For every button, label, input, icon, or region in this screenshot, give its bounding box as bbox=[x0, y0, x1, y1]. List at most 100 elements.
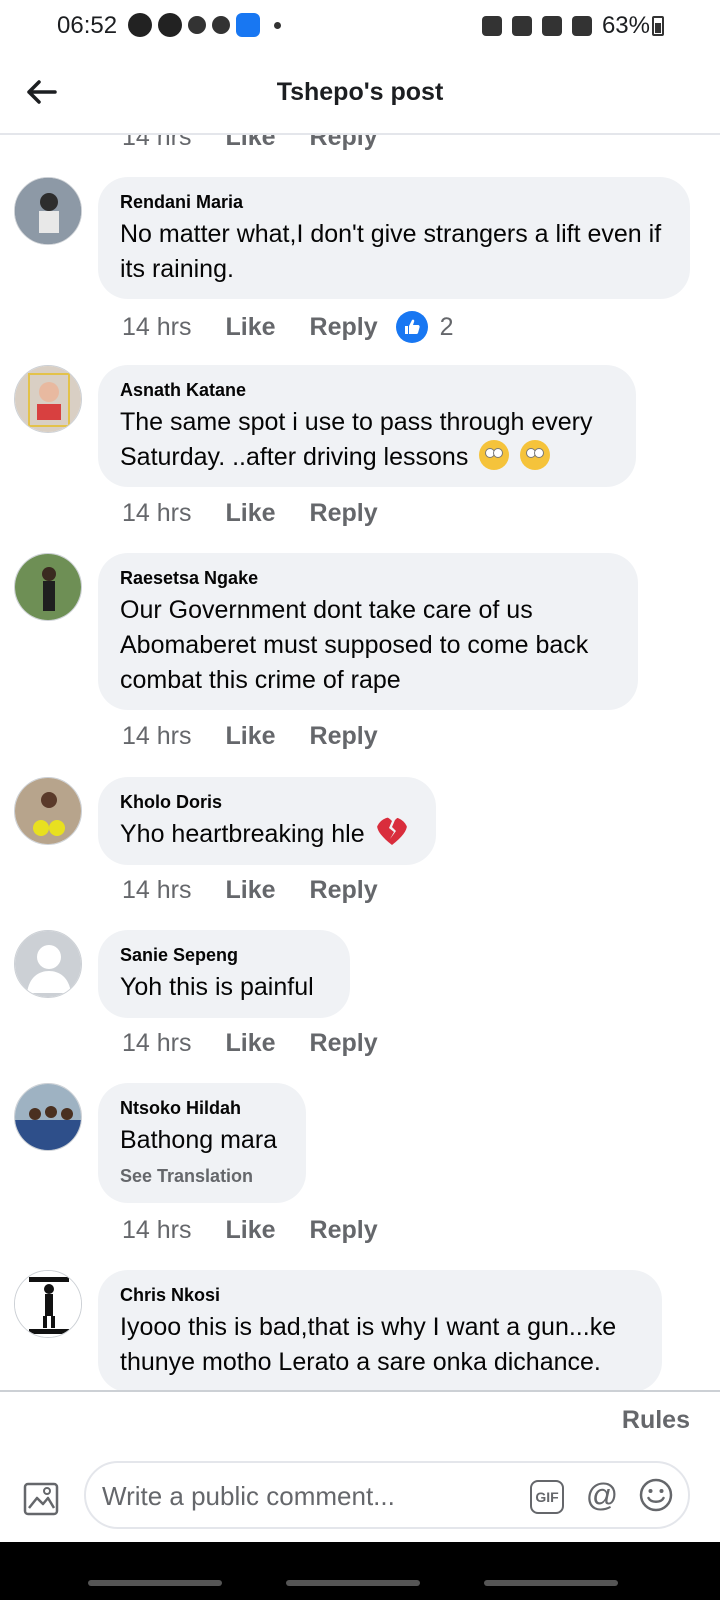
comment-actions: 14 hrs Like Reply bbox=[122, 1216, 412, 1245]
comment-input[interactable] bbox=[102, 1477, 512, 1515]
see-translation-link[interactable]: See Translation bbox=[120, 1166, 284, 1187]
reply-button[interactable]: Reply bbox=[310, 1216, 378, 1245]
comment-box: GIF @ bbox=[84, 1461, 690, 1529]
comment-bubble[interactable]: Sanie Sepeng Yoh this is painful bbox=[98, 930, 350, 1018]
avatar[interactable] bbox=[14, 177, 82, 245]
back-nav-button[interactable] bbox=[484, 1580, 618, 1586]
comment-author[interactable]: Kholo Doris bbox=[120, 791, 414, 813]
comment-bubble[interactable]: Asnath Katane The same spot i use to pas… bbox=[98, 365, 636, 487]
avatar[interactable] bbox=[14, 1270, 82, 1338]
comment-author[interactable]: Rendani Maria bbox=[120, 191, 668, 213]
notification-icons bbox=[128, 13, 281, 37]
avatar-image bbox=[15, 1084, 81, 1150]
avatar-image bbox=[15, 1271, 81, 1337]
more-notifications-icon bbox=[274, 21, 281, 29]
broken-heart-icon bbox=[376, 817, 407, 845]
comment-actions: 14 hrs Like Reply bbox=[122, 1029, 412, 1058]
reply-button[interactable]: Reply bbox=[310, 313, 378, 342]
thumbs-up-icon bbox=[395, 311, 428, 343]
app-icon bbox=[236, 13, 260, 37]
reaction-count[interactable]: 2 bbox=[395, 311, 454, 343]
comment-time: 14 hrs bbox=[122, 1029, 192, 1057]
comment-actions: 14 hrs Like Reply bbox=[122, 722, 412, 751]
comment-text: No matter what,I don't give strangers a … bbox=[120, 220, 662, 283]
avatar[interactable] bbox=[14, 365, 82, 433]
battery-percent: 63% bbox=[601, 12, 650, 39]
avatar-image bbox=[15, 178, 81, 244]
comment-bubble[interactable]: Chris Nkosi Iyooo this is bad,that is wh… bbox=[98, 1270, 662, 1390]
home-button[interactable] bbox=[286, 1580, 420, 1586]
comment-author[interactable]: Asnath Katane bbox=[120, 379, 614, 401]
face-with-rolling-eyes-icon bbox=[520, 440, 551, 470]
comment-bubble[interactable]: Kholo Doris Yho heartbreaking hle bbox=[98, 777, 436, 865]
like-button[interactable]: Like bbox=[225, 1216, 275, 1245]
emoji-button[interactable] bbox=[638, 1477, 674, 1513]
reply-button[interactable]: Reply bbox=[310, 499, 378, 528]
smiley-icon bbox=[639, 1478, 673, 1512]
reply-button[interactable]: Reply bbox=[310, 722, 378, 751]
reply-button[interactable]: Reply bbox=[310, 1029, 378, 1058]
add-photo-button[interactable] bbox=[20, 1476, 62, 1518]
comment-text: Iyooo this is bad,that is why I want a g… bbox=[120, 1313, 617, 1376]
recent-apps-button[interactable] bbox=[88, 1580, 222, 1586]
comment-author[interactable]: Raesetsa Ngake bbox=[120, 567, 616, 589]
rules-link[interactable]: Rules bbox=[622, 1406, 690, 1435]
comment-actions: 14 hrs Like Reply 2 bbox=[122, 311, 454, 343]
face-with-rolling-eyes-icon bbox=[479, 440, 510, 470]
avatar-image bbox=[15, 778, 81, 844]
comment-time: 14 hrs bbox=[122, 1216, 192, 1244]
avatar-image bbox=[15, 366, 81, 432]
system-icons: 63% bbox=[481, 12, 650, 40]
avatar[interactable] bbox=[14, 553, 82, 621]
composer-divider bbox=[0, 1390, 720, 1392]
messenger-icon bbox=[128, 13, 152, 37]
comment-time: 14 hrs bbox=[122, 876, 192, 904]
battery-icon bbox=[652, 16, 664, 36]
avatar-image bbox=[15, 554, 81, 620]
like-button[interactable]: Like bbox=[225, 876, 275, 905]
page-title: Tshepo's post bbox=[276, 78, 444, 106]
comment-bubble[interactable]: Rendani Maria No matter what,I don't giv… bbox=[98, 177, 690, 299]
post-header: Tshepo's post bbox=[0, 54, 720, 134]
comment-actions: 14 hrs Like Reply bbox=[122, 135, 412, 152]
like-count: 2 bbox=[439, 312, 454, 341]
alarm-icon bbox=[212, 16, 230, 34]
signal-icon bbox=[571, 16, 592, 36]
system-navigation-bar bbox=[0, 1542, 720, 1600]
comment-text: Yoh this is painful bbox=[120, 973, 314, 1001]
reply-button[interactable]: Reply bbox=[310, 135, 378, 152]
comment-author[interactable]: Chris Nkosi bbox=[120, 1284, 640, 1306]
comment-bubble[interactable]: Raesetsa Ngake Our Government dont take … bbox=[98, 553, 638, 710]
comment-actions: 14 hrs Like Reply bbox=[122, 499, 412, 528]
app-notification-icon bbox=[188, 16, 206, 34]
comment-author[interactable]: Ntsoko Hildah bbox=[120, 1097, 284, 1119]
comment-time: 14 hrs bbox=[122, 135, 192, 151]
like-button[interactable]: Like bbox=[225, 313, 275, 342]
alarm-icon bbox=[481, 16, 502, 36]
messenger-icon bbox=[158, 13, 182, 37]
comment-composer: GIF @ bbox=[0, 1452, 720, 1542]
reply-button[interactable]: Reply bbox=[310, 876, 378, 905]
like-button[interactable]: Like bbox=[225, 1029, 275, 1058]
like-button[interactable]: Like bbox=[225, 135, 275, 152]
comment-author[interactable]: Sanie Sepeng bbox=[120, 944, 328, 966]
comment-text: Bathong mara bbox=[120, 1126, 278, 1154]
avatar[interactable] bbox=[14, 1083, 82, 1151]
avatar[interactable] bbox=[14, 777, 82, 845]
comment-text: Our Government dont take care of us Abom… bbox=[120, 596, 589, 694]
like-button[interactable]: Like bbox=[225, 499, 275, 528]
status-time: 06:52 bbox=[57, 12, 118, 39]
avatar[interactable] bbox=[14, 930, 82, 998]
gif-button[interactable]: GIF bbox=[530, 1480, 564, 1514]
comments-feed[interactable]: 14 hrs Like Reply Rendani Maria No matte… bbox=[0, 135, 720, 1390]
mute-icon bbox=[511, 16, 532, 36]
comment-time: 14 hrs bbox=[122, 499, 192, 527]
comment-bubble[interactable]: Ntsoko Hildah Bathong mara See Translati… bbox=[98, 1083, 306, 1203]
default-avatar-icon bbox=[15, 931, 81, 997]
photo-icon bbox=[23, 1482, 59, 1516]
mention-button[interactable]: @ bbox=[584, 1477, 620, 1513]
comment-actions: 14 hrs Like Reply bbox=[122, 876, 412, 905]
comment-text: Yho heartbreaking hle bbox=[120, 820, 365, 848]
comment-time: 14 hrs bbox=[122, 722, 192, 750]
like-button[interactable]: Like bbox=[225, 722, 275, 751]
